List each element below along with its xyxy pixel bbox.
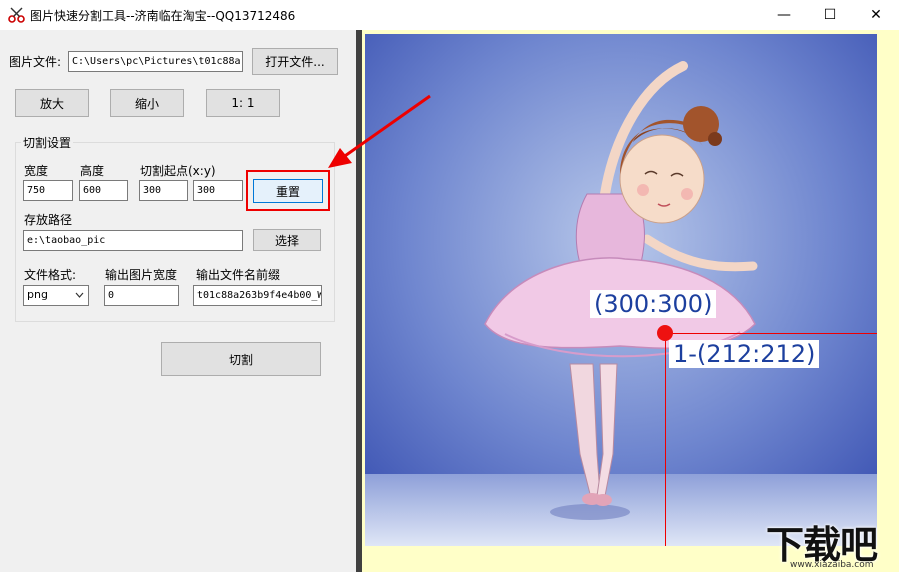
height-input[interactable]: 600 (79, 180, 128, 201)
reset-button[interactable]: 重置 (253, 179, 323, 203)
start-y-input[interactable]: 300 (193, 180, 243, 201)
zoom-out-button[interactable]: 缩小 (110, 89, 184, 117)
start-coordinate-label: (300:300) (590, 290, 717, 318)
open-file-button[interactable]: 打开文件... (252, 48, 338, 75)
minimize-button[interactable]: — (761, 0, 807, 30)
start-point-label: 切割起点(x:y) (140, 164, 216, 178)
cut-vertical-line (665, 333, 666, 546)
file-label: 图片文件: (9, 55, 62, 69)
prefix-label: 输出文件名前缀 (196, 268, 281, 282)
annotation-arrow (328, 94, 431, 168)
cut-button[interactable]: 切割 (161, 342, 321, 376)
watermark-url: www.xiazaiba.com (790, 560, 874, 570)
zoom-in-button[interactable]: 放大 (15, 89, 89, 117)
cut-start-marker[interactable] (657, 325, 673, 341)
width-input[interactable]: 750 (23, 180, 73, 201)
actual-size-button[interactable]: 1: 1 (206, 89, 280, 117)
tile-size-label: 1-(212:212) (669, 340, 820, 368)
save-path-input[interactable]: e:\taobao_pic (23, 230, 243, 251)
prefix-input[interactable]: t01c88a263b9f4e4b00_W (193, 285, 322, 306)
scissors-icon (8, 7, 25, 23)
file-path-input[interactable]: C:\Users\pc\Pictures\t01c88a (68, 51, 243, 72)
output-width-input[interactable]: 0 (104, 285, 179, 306)
format-label: 文件格式: (24, 268, 77, 282)
start-x-input[interactable]: 300 (139, 180, 188, 201)
save-path-label: 存放路径 (24, 213, 73, 227)
maximize-button[interactable]: ☐ (807, 0, 853, 30)
format-select[interactable]: png (23, 285, 89, 306)
chevron-down-icon (75, 292, 84, 298)
window-title: 图片快速分割工具--济南临在淘宝--QQ13712486 (30, 9, 296, 23)
output-width-label: 输出图片宽度 (105, 268, 178, 282)
width-label: 宽度 (24, 164, 49, 178)
title-bar: 图片快速分割工具--济南临在淘宝--QQ13712486 — ☐ ✕ (0, 0, 899, 30)
choose-path-button[interactable]: 选择 (253, 229, 321, 251)
height-label: 高度 (80, 164, 105, 178)
format-select-value: png (27, 288, 48, 301)
close-button[interactable]: ✕ (853, 0, 899, 30)
cut-settings-title: 切割设置 (21, 134, 74, 151)
watermark-logo: 下载吧 www.xiazaiba.com (762, 514, 899, 572)
cut-horizontal-line (665, 333, 877, 334)
